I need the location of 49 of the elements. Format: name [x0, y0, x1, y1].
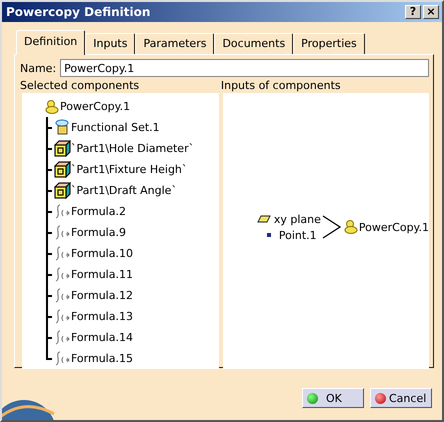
- tree-item[interactable]: Formula.14: [71, 331, 133, 344]
- tab[interactable]: Documents: [214, 33, 294, 54]
- tab[interactable]: Parameters: [135, 33, 214, 54]
- name-field[interactable]: PowerCopy.1: [60, 59, 429, 77]
- status-ball-icon: [375, 392, 386, 404]
- formula-icon: [54, 245, 71, 262]
- list-heading: Selected components: [20, 79, 140, 92]
- cube-icon: [54, 140, 71, 157]
- tree-item[interactable]: Formula.13: [71, 310, 133, 323]
- output-item: PowerCopy.1: [358, 220, 429, 234]
- formula-icon: [54, 329, 71, 346]
- formula-icon: [54, 266, 71, 283]
- formula-icon: [54, 203, 71, 220]
- ok-button[interactable]: OK: [302, 388, 364, 408]
- tree-item[interactable]: Formula.10: [71, 247, 133, 260]
- point-icon: [266, 232, 272, 238]
- tree-item[interactable]: `Part1\Draft Angle`: [71, 184, 177, 197]
- tree-item[interactable]: `Part1\Fixture Heigh`: [71, 163, 188, 176]
- tree-item[interactable]: Formula.9: [71, 226, 126, 239]
- close-button[interactable]: ×: [423, 5, 439, 19]
- set-icon: [54, 119, 71, 136]
- name-label: Name:: [20, 62, 56, 74]
- list-heading: Inputs of components: [220, 79, 342, 92]
- connector-bracket: [322, 214, 342, 240]
- tree-item[interactable]: `Part1\Hole Diameter`: [71, 142, 194, 155]
- input-item[interactable]: Point.1: [278, 228, 317, 242]
- formula-icon: [54, 287, 71, 304]
- formula-icon: [54, 308, 71, 325]
- tree-item[interactable]: Formula.11: [71, 268, 133, 281]
- tab[interactable]: Inputs: [85, 33, 136, 54]
- tree-item[interactable]: Formula.12: [71, 289, 133, 302]
- tab[interactable]: Properties: [293, 33, 365, 54]
- formula-icon: [54, 224, 71, 241]
- powercopy-icon: [342, 219, 359, 235]
- formula-icon: [54, 350, 71, 367]
- help-button[interactable]: ?: [405, 5, 421, 19]
- status-ball-icon: [307, 392, 318, 404]
- plane-icon: [256, 215, 271, 223]
- cancel-button[interactable]: Cancel: [370, 388, 432, 408]
- cube-icon: [54, 182, 71, 199]
- tree-item[interactable]: Functional Set.1: [71, 121, 160, 134]
- window-title: Powercopy Definition: [6, 5, 150, 19]
- tree-item[interactable]: PowerCopy.1: [60, 100, 130, 113]
- tree-item[interactable]: Formula.2: [71, 205, 126, 218]
- input-item[interactable]: xy plane: [274, 212, 321, 226]
- tree-item[interactable]: Formula.15: [71, 352, 133, 365]
- cube-icon: [54, 161, 71, 178]
- powercopy-icon: [44, 98, 60, 114]
- tab[interactable]: Definition: [16, 30, 86, 55]
